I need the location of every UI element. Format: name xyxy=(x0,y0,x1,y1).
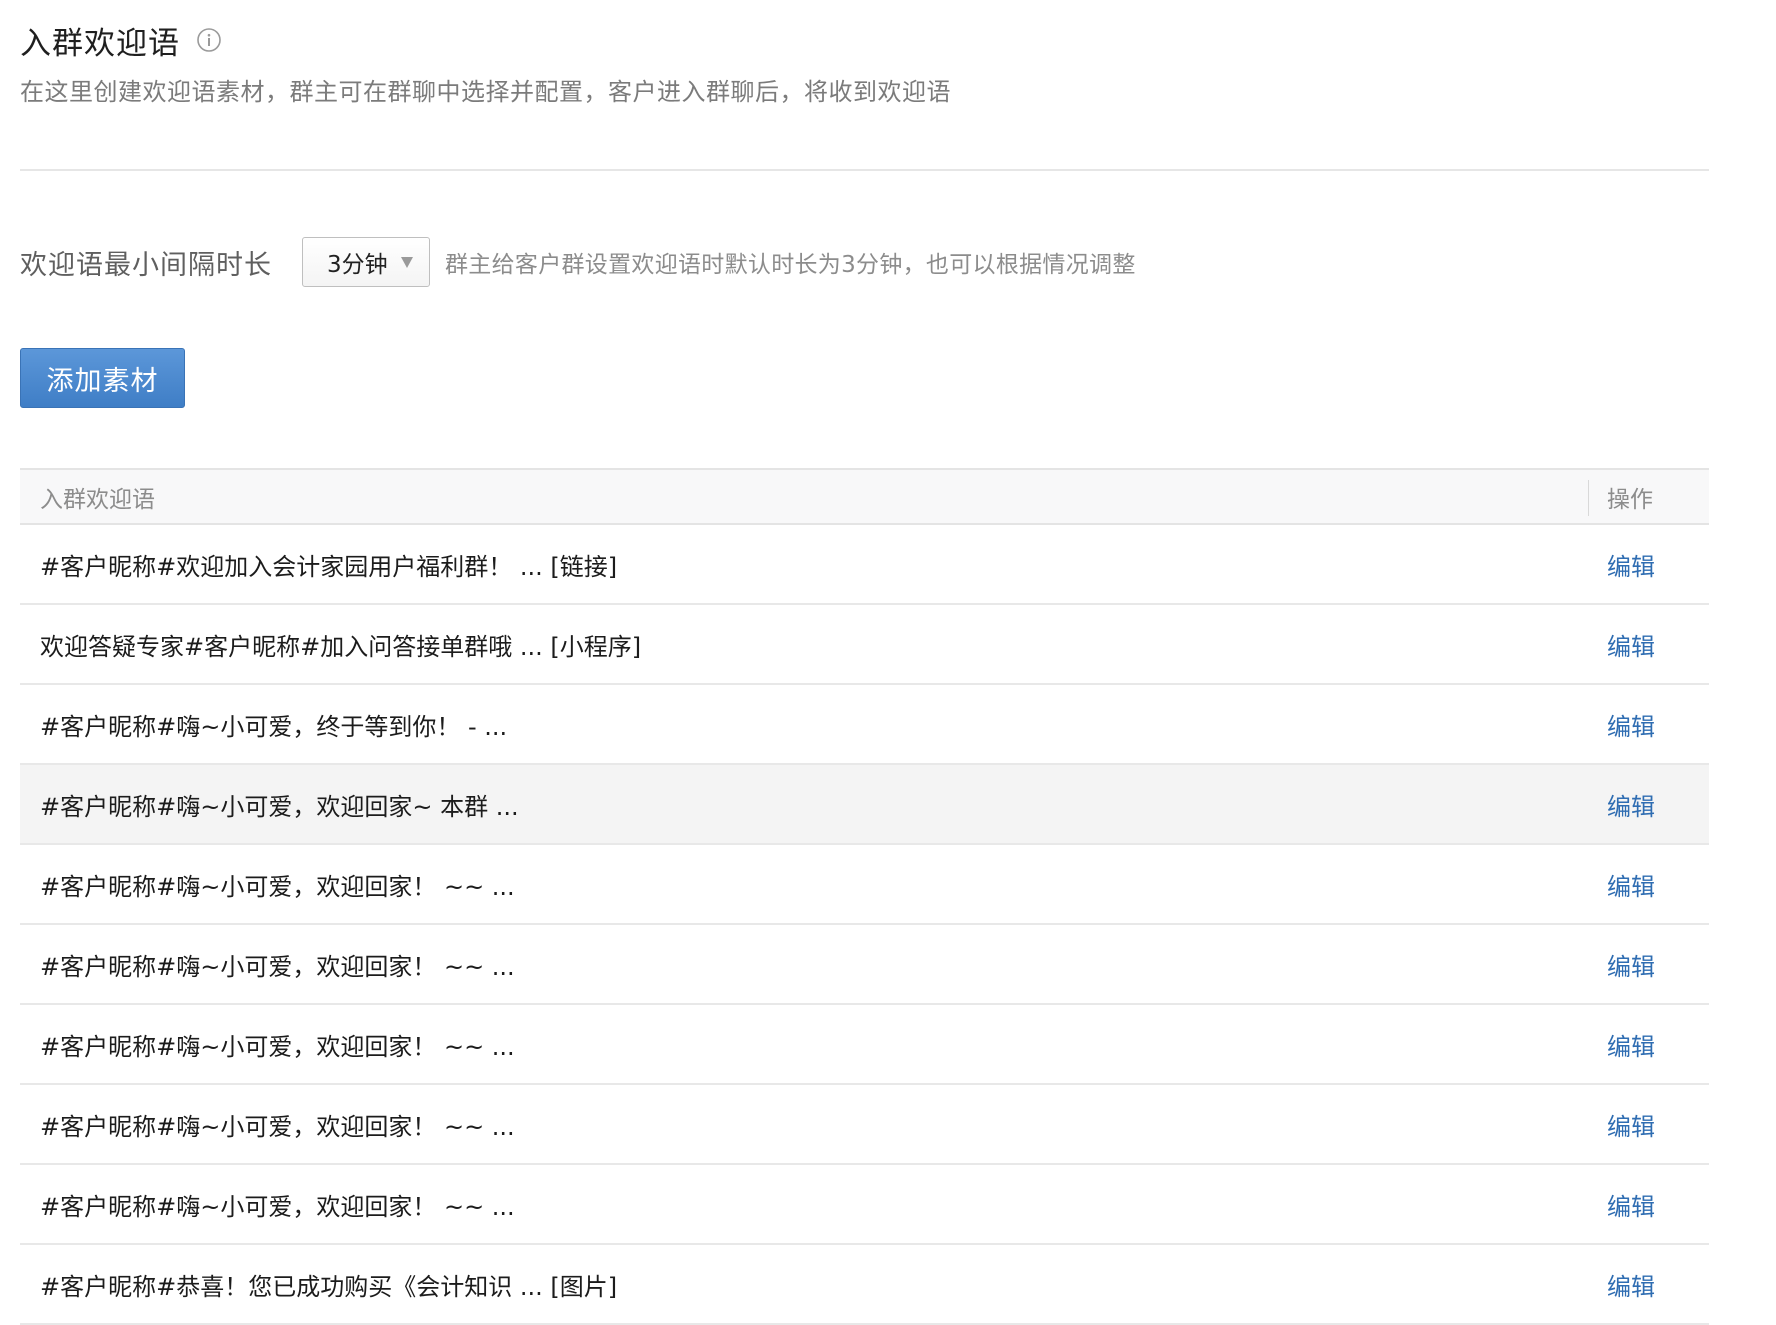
row-message: #客户昵称#嗨~小可爱，欢迎回家！ ~~ ... xyxy=(40,1027,515,1062)
table-header: 入群欢迎语 操作 xyxy=(20,470,1709,525)
edit-link[interactable]: 编辑 xyxy=(1607,947,1655,982)
table-row: #客户昵称#嗨~小可爱，欢迎回家！ ~~ ... 编辑 xyxy=(20,1085,1709,1165)
row-message: #客户昵称#欢迎加入会计家园用户福利群！ ... [链接] xyxy=(40,547,617,582)
info-circle-icon[interactable] xyxy=(196,27,222,53)
edit-link[interactable]: 编辑 xyxy=(1607,1267,1655,1302)
table-row: #客户昵称#嗨~小可爱，欢迎回家！ ~~ ... 编辑 xyxy=(20,845,1709,925)
welcome-message-table: 入群欢迎语 操作 #客户昵称#欢迎加入会计家园用户福利群！ ... [链接] 编… xyxy=(20,468,1709,1325)
row-message: #客户昵称#嗨~小可爱，终于等到你！ - ... xyxy=(40,707,507,742)
interval-selected-value: 3分钟 xyxy=(327,245,388,279)
table-row-hovered: #客户昵称#嗨~小可爱，欢迎回家~ 本群 ... 编辑 xyxy=(20,765,1709,845)
table-row: #客户昵称#嗨~小可爱，终于等到你！ - ... 编辑 xyxy=(20,685,1709,765)
row-message: #客户昵称#嗨~小可爱，欢迎回家！ ~~ ... xyxy=(40,947,515,982)
edit-link[interactable]: 编辑 xyxy=(1607,787,1655,822)
interval-select[interactable]: 3分钟 xyxy=(302,237,430,287)
edit-link[interactable]: 编辑 xyxy=(1607,627,1655,662)
edit-link[interactable]: 编辑 xyxy=(1607,1027,1655,1062)
add-material-button[interactable]: 添加素材 xyxy=(20,348,185,408)
row-message: #客户昵称#嗨~小可爱，欢迎回家~ 本群 ... xyxy=(40,787,519,822)
page-title: 入群欢迎语 xyxy=(20,18,180,63)
table-row: 欢迎答疑专家#客户昵称#加入问答接单群哦 ... [小程序] 编辑 xyxy=(20,605,1709,685)
row-message: #客户昵称#嗨~小可爱，欢迎回家！ ~~ ... xyxy=(40,1187,515,1222)
edit-link[interactable]: 编辑 xyxy=(1607,547,1655,582)
title-row: 入群欢迎语 xyxy=(20,18,222,62)
table-row: #客户昵称#嗨~小可爱，欢迎回家！ ~~ ... 编辑 xyxy=(20,925,1709,1005)
row-message: #客户昵称#恭喜！您已成功购买《会计知识 ... [图片] xyxy=(40,1267,617,1302)
interval-label: 欢迎语最小间隔时长 xyxy=(20,243,272,282)
column-header-message: 入群欢迎语 xyxy=(40,480,155,514)
edit-link[interactable]: 编辑 xyxy=(1607,1107,1655,1142)
table-row: #客户昵称#欢迎加入会计家园用户福利群！ ... [链接] 编辑 xyxy=(20,525,1709,605)
table-row: #客户昵称#嗨~小可爱，欢迎回家！ ~~ ... 编辑 xyxy=(20,1005,1709,1085)
interval-hint: 群主给客户群设置欢迎语时默认时长为3分钟，也可以根据情况调整 xyxy=(445,245,1136,279)
table-row: #客户昵称#恭喜！您已成功购买《会计知识 ... [图片] 编辑 xyxy=(20,1245,1709,1325)
chevron-down-icon xyxy=(401,257,413,268)
edit-link[interactable]: 编辑 xyxy=(1607,707,1655,742)
table-row: #客户昵称#嗨~小可爱，欢迎回家！ ~~ ... 编辑 xyxy=(20,1165,1709,1245)
row-message: 欢迎答疑专家#客户昵称#加入问答接单群哦 ... [小程序] xyxy=(40,627,641,662)
interval-setting-row: 欢迎语最小间隔时长 3分钟 群主给客户群设置欢迎语时默认时长为3分钟，也可以根据… xyxy=(20,235,1136,289)
row-message: #客户昵称#嗨~小可爱，欢迎回家！ ~~ ... xyxy=(40,1107,515,1142)
column-divider xyxy=(1588,480,1589,516)
edit-link[interactable]: 编辑 xyxy=(1607,1187,1655,1222)
row-message: #客户昵称#嗨~小可爱，欢迎回家！ ~~ ... xyxy=(40,867,515,902)
page-description: 在这里创建欢迎语素材，群主可在群聊中选择并配置，客户进入群聊后，将收到欢迎语 xyxy=(20,72,951,107)
column-header-action: 操作 xyxy=(1607,480,1653,514)
edit-link[interactable]: 编辑 xyxy=(1607,867,1655,902)
section-divider xyxy=(20,169,1709,171)
